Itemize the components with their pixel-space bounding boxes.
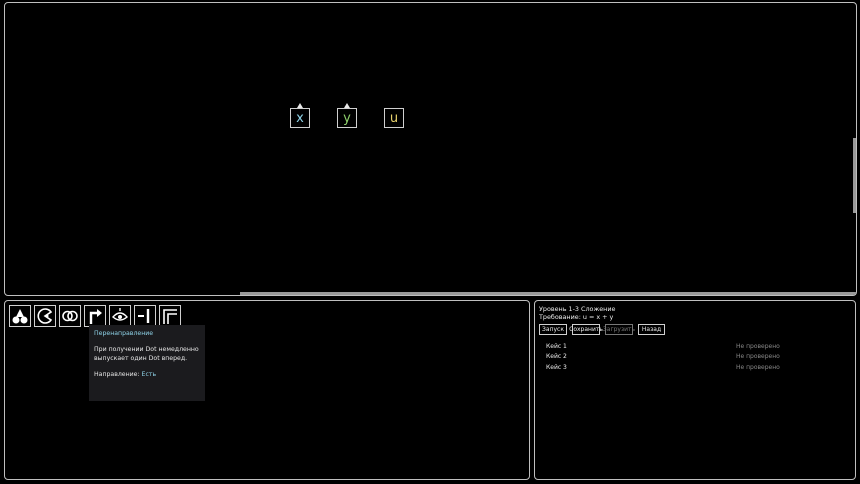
test-case-list: Кейс 1 Не проверено Кейс 2 Не проверено … [546, 341, 846, 373]
load-button[interactable]: Загрузить [603, 324, 635, 335]
output-arrow-icon [297, 103, 303, 108]
split-tool[interactable] [9, 305, 31, 327]
node-u[interactable]: u [384, 108, 404, 128]
node-x[interactable]: x [290, 103, 310, 128]
case-name: Кейс 2 [546, 353, 567, 361]
rings-icon [62, 310, 78, 322]
list-item: Кейс 1 Не проверено [546, 341, 846, 352]
tooltip-title: Перенаправление [94, 330, 154, 337]
eye-icon [112, 308, 128, 321]
level-panel: Уровень 1-3 Сложение Требование: u = x +… [534, 300, 856, 480]
redirect-tool[interactable] [84, 305, 106, 327]
split-icon [12, 309, 28, 324]
gate-icon [138, 309, 150, 323]
node-label: y [343, 110, 351, 126]
tooltip-description: При получении Dot немедленно выпускает о… [94, 346, 199, 362]
back-button[interactable]: Назад [638, 324, 665, 335]
level-buttons: Запуск Сохранить Загрузить Назад [539, 324, 665, 335]
level-title: Уровень 1-3 Сложение [539, 305, 616, 313]
turn-arrow-icon [89, 309, 102, 324]
case-name: Кейс 3 [546, 363, 567, 371]
workspace-canvas[interactable]: x y u [4, 2, 857, 296]
node-y[interactable]: y [337, 103, 357, 128]
node-label: x [296, 110, 304, 126]
case-status: Не проверено [736, 342, 780, 350]
merge-tool[interactable] [59, 305, 81, 327]
level-requirement: Требование: u = x + y [539, 313, 614, 322]
list-item: Кейс 3 Не проверено [546, 362, 846, 373]
tooltip-direction: Направление: Есть [94, 371, 200, 379]
case-status: Не проверено [736, 353, 780, 361]
tools-panel: Перенаправление При получении Dot немедл… [4, 300, 530, 480]
run-button[interactable]: Запуск [539, 324, 567, 335]
horizontal-scrollbar[interactable] [240, 292, 856, 295]
level-header: Уровень 1-3 Сложение Требование: u = x +… [539, 305, 615, 322]
node-label: u [389, 110, 399, 126]
output-arrow-icon [344, 103, 350, 108]
save-button[interactable]: Сохранить [569, 324, 603, 335]
corner-tool[interactable] [159, 305, 181, 327]
direction-value: Есть [141, 371, 157, 379]
vertical-scrollbar[interactable] [853, 138, 856, 213]
gate-tool[interactable] [134, 305, 156, 327]
direction-label: Направление: [94, 371, 140, 379]
eater-tool[interactable] [34, 305, 56, 327]
pacman-icon [37, 308, 53, 324]
case-name: Кейс 1 [546, 342, 567, 350]
case-status: Не проверено [736, 363, 780, 371]
tool-tooltip: Перенаправление При получении Dot немедл… [89, 325, 205, 401]
eye-tool[interactable] [109, 305, 131, 327]
list-item: Кейс 2 Не проверено [546, 352, 846, 363]
corner-icon [163, 309, 177, 324]
tool-palette [9, 305, 181, 327]
